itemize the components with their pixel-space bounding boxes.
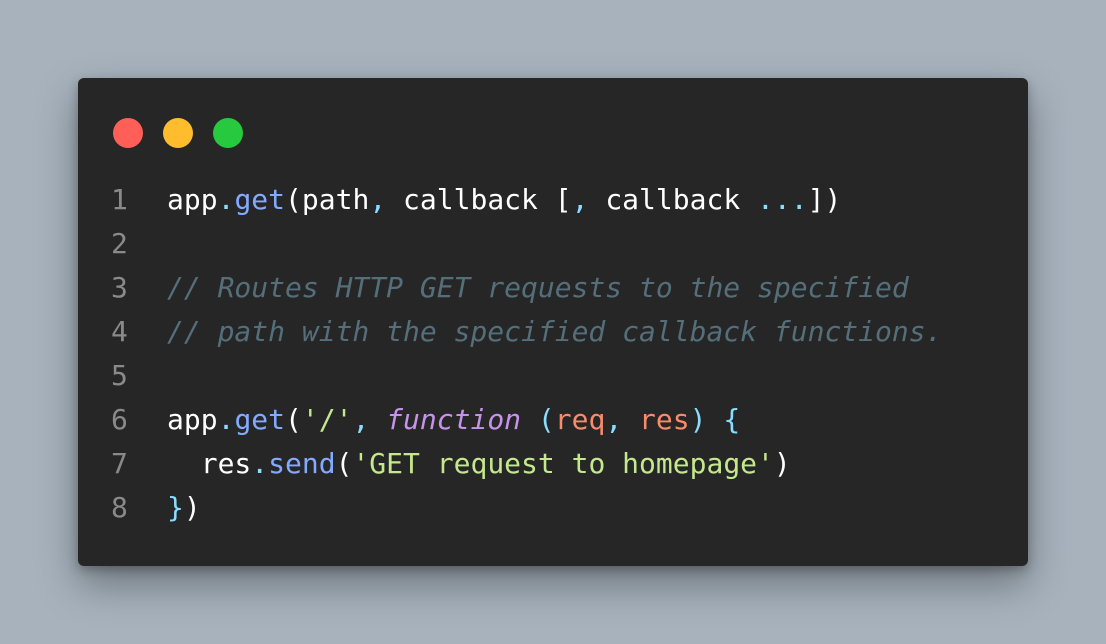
code-token-param: req — [554, 403, 606, 436]
code-line: 5 — [111, 354, 942, 398]
code-window: 1 app.get(path, callback [, callback ...]… — [78, 78, 1028, 566]
code-token-punct: . — [217, 183, 235, 216]
line-source: }) — [167, 486, 201, 530]
line-source: // path with the specified callback func… — [167, 310, 942, 354]
code-token-punct: { — [723, 403, 741, 436]
line-number: 8 — [111, 491, 128, 524]
code-line: 6 app.get('/', function (req, res) { — [111, 398, 942, 442]
code-token-plain: ( — [335, 447, 353, 480]
maximize-dot-icon[interactable] — [213, 118, 243, 148]
code-token-keyword: function — [386, 403, 522, 436]
code-line: 7 res.send('GET request to homepage') — [111, 442, 942, 486]
line-number: 7 — [111, 447, 128, 480]
code-token-plain: res — [167, 447, 252, 480]
code-token-plain: ) — [183, 491, 201, 524]
code-token-plain: ]) — [807, 183, 842, 216]
code-token-punct: , — [369, 183, 387, 216]
code-token-string: '/' — [301, 403, 353, 436]
code-line: 2 — [111, 222, 942, 266]
code-token-string: 'GET request to homepage' — [352, 447, 774, 480]
code-line: 1 app.get(path, callback [, callback ...]… — [111, 178, 942, 222]
code-line: 3 // Routes HTTP GET requests to the spec… — [111, 266, 942, 310]
line-number: 5 — [111, 359, 128, 392]
code-block: 1 app.get(path, callback [, callback ...]… — [111, 178, 942, 530]
line-number: 6 — [111, 403, 128, 436]
code-token-punct: ( — [537, 403, 555, 436]
code-token-plain: app — [167, 183, 218, 216]
code-token-punct: , — [571, 183, 589, 216]
code-token-plain: ) — [773, 447, 791, 480]
code-token-comment: // path with the specified callback func… — [167, 315, 943, 348]
code-token-plain: [ — [554, 183, 572, 216]
code-token-plain: callback — [386, 183, 555, 216]
minimize-dot-icon[interactable] — [163, 118, 193, 148]
code-token-plain: ( — [285, 403, 302, 436]
line-number: 4 — [111, 315, 128, 348]
code-token-punct: . — [217, 403, 235, 436]
code-line: 8}) — [111, 486, 942, 530]
code-token-punct: , — [352, 403, 370, 436]
code-token-plain: app — [167, 403, 218, 436]
code-token-plain: callback — [588, 183, 758, 216]
line-source: app.get('/', function (req, res) { — [167, 398, 740, 442]
code-token-comment: // Routes HTTP GET requests to the speci… — [167, 271, 909, 304]
line-number: 1 — [111, 183, 128, 216]
line-number: 3 — [111, 271, 128, 304]
line-source: res.send('GET request to homepage') — [167, 442, 791, 486]
code-token-plain: (path — [285, 183, 370, 216]
code-token-punct: } — [167, 491, 184, 524]
code-line: 4 // path with the specified callback fun… — [111, 310, 942, 354]
code-token-punct: . — [251, 447, 269, 480]
code-token-param: res — [639, 403, 690, 436]
code-token-punct: ) — [689, 403, 707, 436]
code-token-punct: , — [605, 403, 623, 436]
line-source: app.get(path, callback [, callback ...]) — [167, 178, 841, 222]
close-dot-icon[interactable] — [113, 118, 143, 148]
code-token-method: get — [234, 183, 286, 216]
code-token-method: get — [234, 403, 286, 436]
line-number: 2 — [111, 227, 128, 260]
window-controls — [113, 118, 243, 148]
code-token-method: send — [268, 447, 336, 480]
line-source: // Routes HTTP GET requests to the speci… — [167, 266, 909, 310]
code-token-punct: ... — [757, 183, 808, 216]
